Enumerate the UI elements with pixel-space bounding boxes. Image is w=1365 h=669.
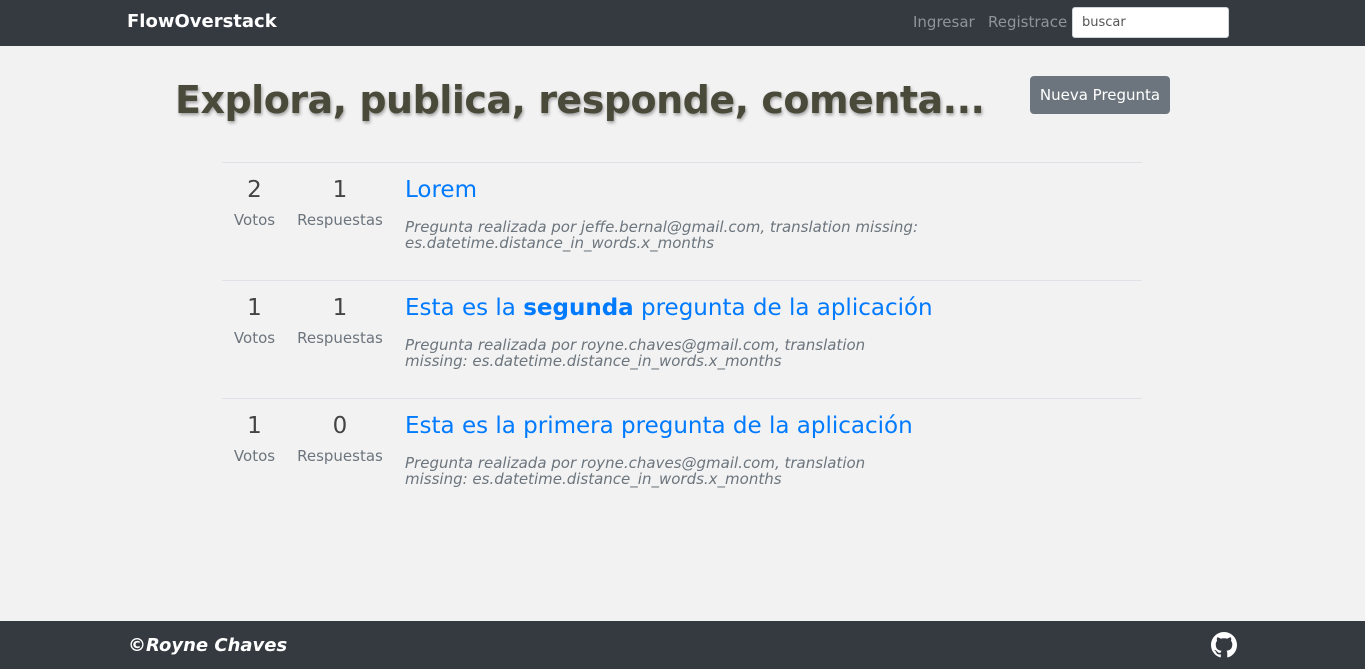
- answers-count: 1: [332, 295, 348, 321]
- question-title-link[interactable]: Lorem: [405, 177, 477, 203]
- question-meta: Pregunta realizada por royne.chaves@gmai…: [405, 336, 866, 370]
- github-icon-graphic: [1211, 632, 1237, 658]
- votes-stat: 1 Votos: [222, 281, 287, 347]
- votes-count: 2: [247, 177, 262, 203]
- question-title-text: Esta es la: [405, 295, 524, 321]
- navbar: FlowOverstack Ingresar Registrace: [0, 0, 1365, 46]
- answers-stat: 0 Respuestas: [292, 399, 388, 465]
- votes-label: Votos: [233, 211, 276, 229]
- question-title-text: Esta es la primera pregunta de la aplica…: [405, 413, 913, 439]
- votes-stat: 1 Votos: [222, 399, 287, 465]
- question-title-rest: pregunta de la aplicación: [633, 295, 933, 321]
- votes-count: 1: [247, 413, 262, 439]
- votes-count: 1: [247, 295, 262, 321]
- question-row: 1 Votos 1 Respuestas Esta es la segunda …: [222, 280, 1142, 398]
- question-row: 2 Votos 1 Respuestas Lorem Pregunta real…: [222, 162, 1142, 280]
- answers-stat: 1 Respuestas: [292, 281, 388, 347]
- votes-label: Votos: [233, 329, 276, 347]
- question-title-link[interactable]: Esta es la segunda pregunta de la aplica…: [405, 295, 933, 321]
- answers-stat: 1 Respuestas: [292, 163, 388, 229]
- question-meta: Pregunta realizada por royne.chaves@gmai…: [405, 454, 866, 488]
- new-question-button[interactable]: Nueva Pregunta: [1030, 76, 1170, 114]
- brand-link[interactable]: FlowOverstack: [127, 11, 277, 32]
- answers-label: Respuestas: [297, 329, 383, 347]
- answers-label: Respuestas: [297, 447, 383, 465]
- page-title: Explora, publica, responde, comenta...: [175, 78, 985, 122]
- answers-count: 0: [332, 413, 348, 439]
- answers-label: Respuestas: [297, 211, 383, 229]
- votes-label: Votos: [233, 447, 276, 465]
- question-meta: Pregunta realizada por jeffe.bernal@gmai…: [405, 218, 919, 252]
- github-icon[interactable]: [1211, 632, 1237, 658]
- votes-stat: 2 Votos: [222, 163, 287, 229]
- answers-count: 1: [332, 177, 348, 203]
- copyright-text: ©Royne Chaves: [128, 635, 288, 656]
- question-title-text: Lorem: [405, 177, 477, 203]
- question-title-link[interactable]: Esta es la primera pregunta de la aplica…: [405, 413, 913, 439]
- question-title-bold: segunda: [523, 295, 634, 321]
- register-link[interactable]: Registrace: [988, 13, 1067, 31]
- footer: ©Royne Chaves: [0, 621, 1365, 669]
- question-row: 1 Votos 0 Respuestas Esta es la primera …: [222, 398, 1142, 516]
- login-link[interactable]: Ingresar: [913, 13, 975, 31]
- search-input[interactable]: [1072, 7, 1229, 38]
